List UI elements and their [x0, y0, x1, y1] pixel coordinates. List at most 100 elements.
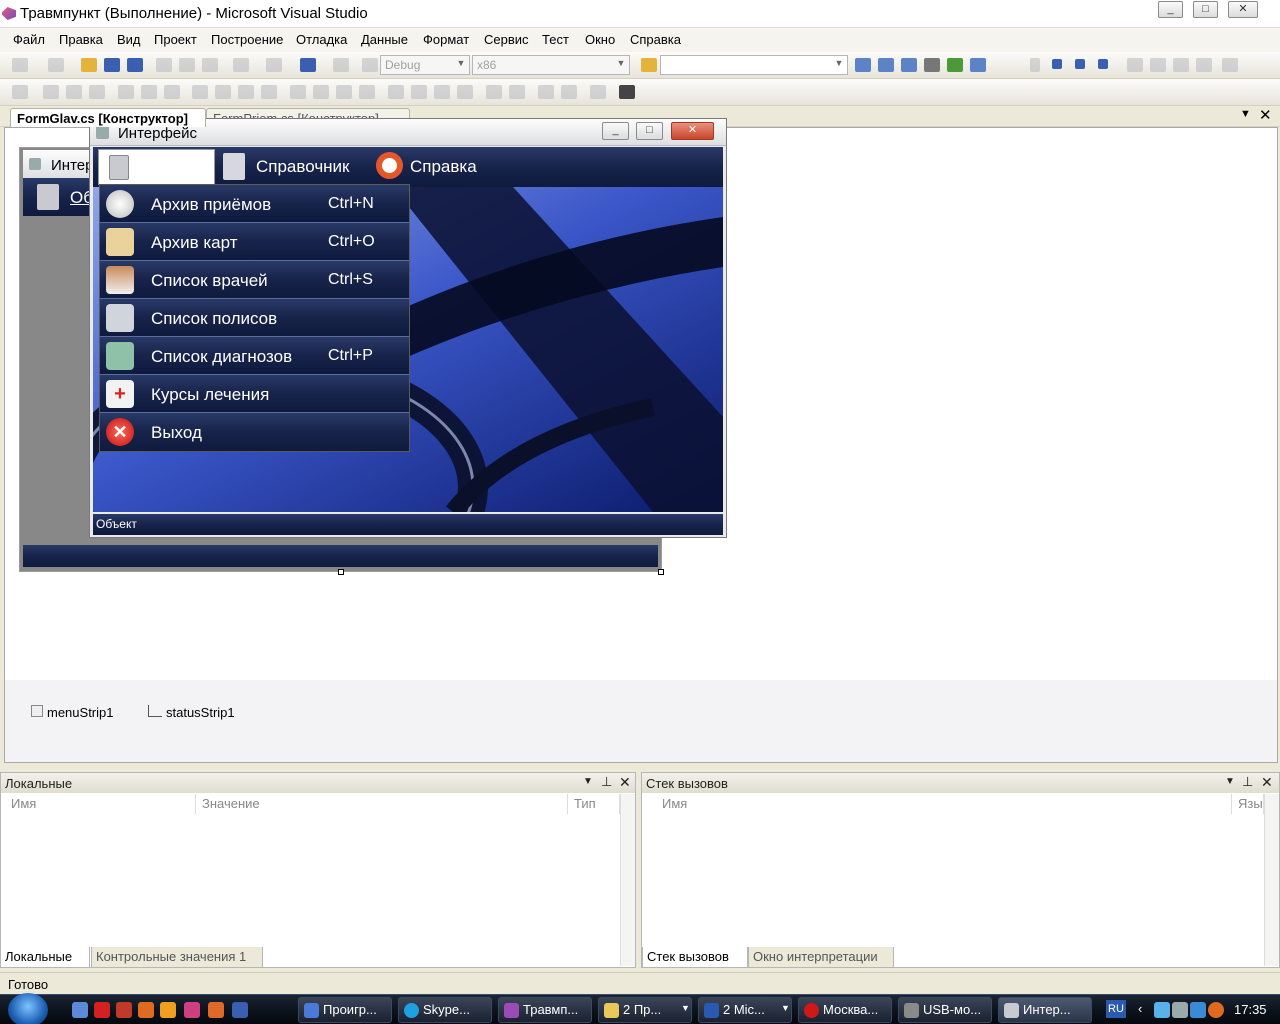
tab-immediate[interactable]: Окно интерпретации [748, 947, 894, 968]
network-icon[interactable] [1172, 1002, 1188, 1018]
find-combo[interactable]: ▼ [660, 55, 848, 75]
menu-item-diagnoses-list[interactable]: Список диагнозов Ctrl+P [100, 337, 409, 375]
restart-icon[interactable] [1098, 59, 1108, 69]
center-horizontally-icon[interactable] [486, 85, 502, 99]
solution-explorer-icon[interactable] [855, 58, 871, 72]
v-spacing-remove-icon[interactable] [457, 85, 473, 99]
hex-display-icon[interactable] [1222, 58, 1238, 72]
menu-project[interactable]: Проект [154, 32, 197, 47]
lock-controls-icon[interactable] [590, 85, 606, 99]
menu-test[interactable]: Тест [542, 32, 569, 47]
acrobat-icon[interactable] [116, 1002, 132, 1018]
clock[interactable]: 17:35 [1234, 1002, 1267, 1017]
h-spacing-equal-icon[interactable] [290, 85, 306, 99]
col-value[interactable]: Значение [196, 794, 568, 814]
menu-item-doctors-list[interactable]: Список врачей Ctrl+S [100, 261, 409, 299]
r-app-icon[interactable] [94, 1002, 110, 1018]
taskbar-item-usb[interactable]: USB-мо... [898, 997, 992, 1023]
undo-icon[interactable] [233, 58, 249, 72]
align-bottoms-icon[interactable] [164, 85, 180, 99]
menu-object-open[interactable] [98, 149, 215, 185]
close-icon[interactable]: ✕ [1259, 106, 1272, 124]
save-all-icon[interactable] [127, 58, 143, 72]
app-icon[interactable] [160, 1002, 176, 1018]
step-out-icon[interactable] [1196, 58, 1212, 72]
firefox-icon[interactable] [208, 1002, 224, 1018]
v-spacing-equal-icon[interactable] [388, 85, 404, 99]
menu-build[interactable]: Построение [211, 32, 283, 47]
pause-icon[interactable] [1052, 59, 1062, 69]
make-same-height-icon[interactable] [215, 85, 231, 99]
step-into-icon[interactable] [1150, 58, 1166, 72]
bring-to-front-icon[interactable] [538, 85, 554, 99]
step-over-icon[interactable] [1173, 58, 1189, 72]
copy-icon[interactable] [179, 58, 195, 72]
menu-item-treatment-courses[interactable]: + Курсы лечения [100, 375, 409, 413]
menu-help[interactable]: Справка [410, 157, 477, 177]
taskbar-item-skype[interactable]: Skype... [398, 997, 492, 1023]
minimize-button[interactable]: _ [1158, 1, 1183, 18]
size-to-grid-icon[interactable] [261, 85, 277, 99]
language-indicator[interactable]: RU [1106, 1000, 1126, 1018]
toolbox-icon[interactable] [924, 58, 940, 72]
taskbar-item-word[interactable]: 2 Mic... ▼ [698, 997, 792, 1023]
center-vertically-icon[interactable] [509, 85, 525, 99]
maximize-button[interactable]: □ [1193, 1, 1218, 18]
menu-help[interactable]: Справка [630, 32, 681, 47]
align-middles-icon[interactable] [141, 85, 157, 99]
form-close-button[interactable]: ✕ [671, 122, 714, 140]
taskbar-item-interface[interactable]: Интер... [998, 997, 1092, 1023]
menu-format[interactable]: Формат [423, 32, 469, 47]
continue-icon[interactable] [1030, 58, 1040, 72]
col-language[interactable]: Язык [1232, 794, 1264, 814]
scrollbar[interactable] [1264, 794, 1279, 966]
other-windows-icon[interactable] [970, 58, 986, 72]
h-spacing-decrease-icon[interactable] [336, 85, 352, 99]
solution-config-select[interactable]: Debug ▼ [380, 55, 470, 75]
menu-item-policies-list[interactable]: Список полисов [100, 299, 409, 337]
col-type[interactable]: Тип [568, 794, 620, 814]
resize-handle[interactable] [658, 569, 664, 575]
make-same-width-icon[interactable] [192, 85, 208, 99]
find-in-files-icon[interactable] [641, 58, 657, 72]
resize-handle[interactable] [338, 569, 344, 575]
menu-window[interactable]: Окно [585, 32, 615, 47]
start-button[interactable] [8, 993, 48, 1024]
tab-locals[interactable]: Локальные [0, 947, 90, 968]
stop-icon[interactable] [1075, 59, 1085, 69]
menu-edit[interactable]: Правка [59, 32, 103, 47]
col-name[interactable]: Имя [642, 794, 1232, 814]
navigate-forward-icon[interactable] [333, 58, 349, 72]
chevron-down-icon[interactable]: ▼ [1225, 776, 1235, 787]
open-icon[interactable] [81, 58, 97, 72]
app-icon[interactable] [138, 1002, 154, 1018]
taskbar-item-player[interactable]: Проигр... [298, 997, 392, 1023]
app-tray-icon[interactable] [1208, 1002, 1224, 1018]
align-tops-icon[interactable] [118, 85, 134, 99]
properties-icon[interactable] [878, 58, 894, 72]
navigate-icon[interactable] [300, 58, 316, 72]
form-minimize-button[interactable]: _ [602, 122, 629, 140]
save-icon[interactable] [104, 58, 120, 72]
h-spacing-increase-icon[interactable] [313, 85, 329, 99]
menu-item-exit[interactable]: ✕ Выход [100, 413, 409, 451]
menu-view[interactable]: Вид [117, 32, 141, 47]
menu-tools[interactable]: Сервис [484, 32, 529, 47]
col-name[interactable]: Имя [1, 794, 196, 814]
dropbox-icon[interactable] [1190, 1002, 1206, 1018]
pin-icon[interactable]: ⊥ [1242, 774, 1253, 790]
desktop-icon[interactable] [72, 1002, 88, 1018]
taskbar-item-opera[interactable]: Москва... [798, 997, 892, 1023]
close-icon[interactable]: ✕ [619, 774, 631, 791]
skype-tray-icon[interactable] [1154, 1002, 1170, 1018]
close-icon[interactable]: ✕ [1261, 774, 1273, 791]
v-spacing-decrease-icon[interactable] [434, 85, 450, 99]
menu-data[interactable]: Данные [361, 32, 408, 47]
menu-item-appointments-archive[interactable]: Архив приёмов Ctrl+N [100, 185, 409, 223]
form-maximize-button[interactable]: □ [636, 122, 663, 140]
chevron-left-icon[interactable]: ‹ [1138, 1001, 1142, 1016]
redo-icon[interactable] [266, 58, 282, 72]
object-browser-icon[interactable] [901, 58, 917, 72]
menu-debug[interactable]: Отладка [296, 32, 347, 47]
align-centers-icon[interactable] [66, 85, 82, 99]
